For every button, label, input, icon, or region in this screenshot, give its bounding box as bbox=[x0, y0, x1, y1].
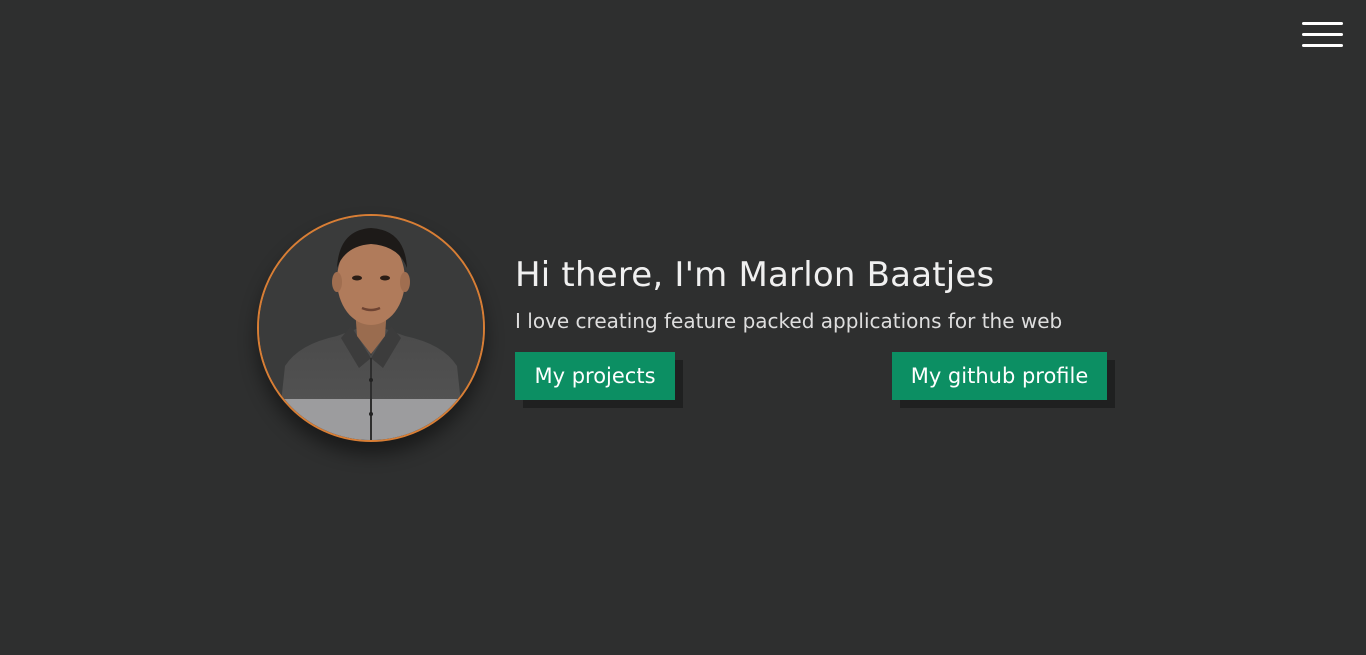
hamburger-menu-icon[interactable] bbox=[1302, 22, 1344, 48]
menu-bar-bottom bbox=[1302, 44, 1343, 47]
menu-bar-top bbox=[1302, 22, 1343, 25]
profile-photo bbox=[259, 216, 483, 440]
page-title: Hi there, I'm Marlon Baatjes bbox=[515, 255, 995, 295]
my-projects-button[interactable]: My projects bbox=[515, 352, 675, 400]
landing-page: Hi there, I'm Marlon Baatjes I love crea… bbox=[0, 0, 1366, 655]
menu-bar-middle bbox=[1302, 33, 1343, 36]
github-profile-button[interactable]: My github profile bbox=[892, 352, 1107, 400]
avatar bbox=[257, 214, 485, 442]
page-subtitle: I love creating feature packed applicati… bbox=[515, 309, 1063, 333]
